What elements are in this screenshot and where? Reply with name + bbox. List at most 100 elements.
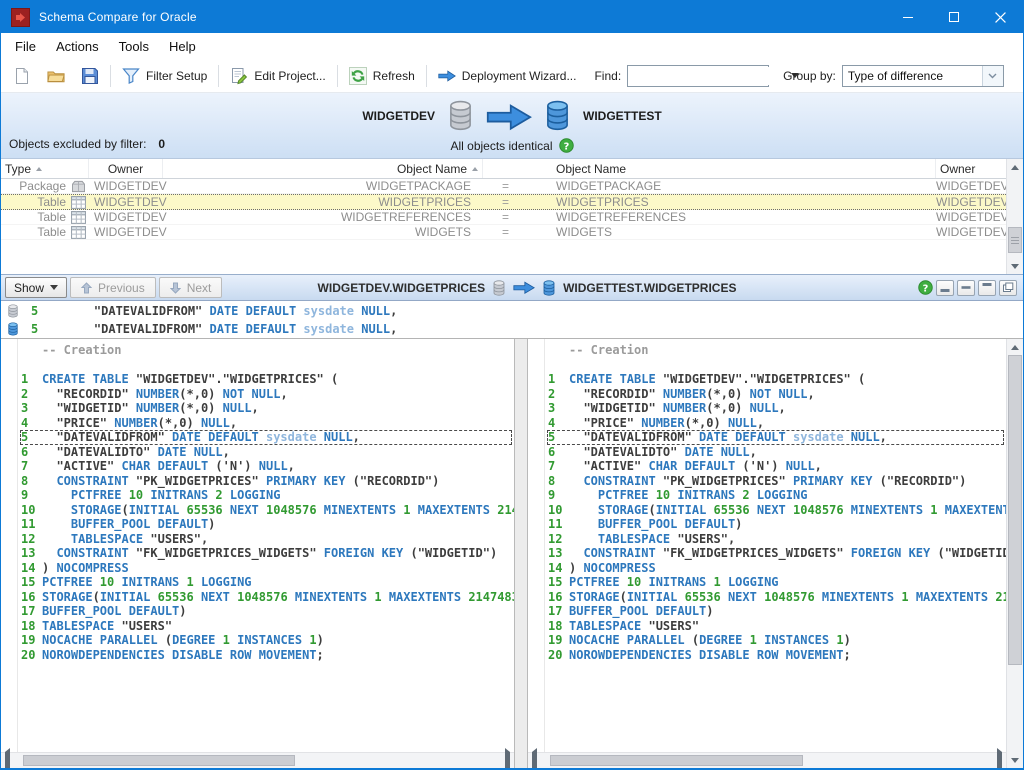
package-icon bbox=[71, 180, 87, 193]
scroll-left-button[interactable] bbox=[532, 752, 537, 769]
code-line: 14) NOCOMPRESS bbox=[1, 561, 514, 576]
pane-layout-cascade-button[interactable] bbox=[999, 280, 1017, 296]
code-line: 15PCTFREE 10 INITRANS 1 LOGGING bbox=[1, 575, 514, 590]
diff-line[interactable]: 5 "DATEVALIDFROM" DATE DEFAULT sysdate N… bbox=[1, 302, 1023, 320]
scroll-down-button[interactable] bbox=[1007, 258, 1023, 274]
target-horizontal-scrollbar[interactable] bbox=[528, 752, 1006, 768]
scrollbar-track[interactable] bbox=[1007, 175, 1023, 258]
scrollbar-track[interactable] bbox=[1007, 355, 1023, 752]
source-horizontal-scrollbar[interactable] bbox=[1, 752, 514, 768]
scroll-up-button[interactable] bbox=[1007, 339, 1023, 355]
edit-project-button[interactable]: Edit Project... bbox=[222, 63, 333, 89]
diff-line[interactable]: 5 "DATEVALIDFROM" DATE DEFAULT sysdate N… bbox=[1, 320, 1023, 338]
next-difference-button[interactable]: Next bbox=[159, 277, 223, 298]
save-project-button[interactable] bbox=[73, 63, 107, 89]
open-project-button[interactable] bbox=[39, 63, 73, 89]
code-line: 19NOCACHE PARALLEL (DEGREE 1 INSTANCES 1… bbox=[1, 633, 514, 648]
maximize-button[interactable] bbox=[931, 1, 977, 33]
table-row[interactable]: TableWIDGETDEVWIDGETREFERENCES=WIDGETREF… bbox=[1, 210, 1006, 225]
down-arrow-icon bbox=[170, 282, 181, 294]
layout-top-icon bbox=[981, 282, 993, 293]
pane-layout-bottom-button[interactable] bbox=[936, 280, 954, 296]
column-header-status bbox=[483, 159, 528, 178]
scroll-up-button[interactable] bbox=[1007, 159, 1023, 175]
menu-tools[interactable]: Tools bbox=[109, 35, 159, 58]
filter-setup-label: Filter Setup bbox=[146, 69, 207, 83]
new-project-button[interactable] bbox=[5, 63, 39, 89]
code-line: 8 CONSTRAINT "PK_WIDGETPRICES" PRIMARY K… bbox=[1, 474, 514, 489]
group-by-label: Group by: bbox=[783, 69, 836, 83]
table-row[interactable]: TableWIDGETDEVWIDGETS=WIDGETSWIDGETDEV bbox=[1, 225, 1006, 240]
help-icon[interactable]: ? bbox=[918, 280, 933, 295]
find-combobox[interactable] bbox=[627, 65, 769, 87]
direction-arrow-icon bbox=[486, 103, 532, 130]
deployment-wizard-button[interactable]: Deployment Wizard... bbox=[430, 63, 585, 89]
menu-bar: FileActionsToolsHelp bbox=[1, 33, 1023, 59]
window-title: Schema Compare for Oracle bbox=[39, 10, 197, 24]
refresh-button[interactable]: Refresh bbox=[341, 63, 423, 89]
pane-layout-top-button[interactable] bbox=[978, 280, 996, 296]
toolbar-separator bbox=[218, 65, 219, 87]
find-input[interactable] bbox=[628, 67, 791, 85]
code-line: 18TABLESPACE "USERS" bbox=[1, 619, 514, 634]
next-label: Next bbox=[187, 281, 212, 295]
code-line: 1CREATE TABLE "WIDGETDEV"."WIDGETPRICES"… bbox=[528, 372, 1006, 387]
code-line: 19NOCACHE PARALLEL (DEGREE 1 INSTANCES 1… bbox=[528, 633, 1006, 648]
edit-project-label: Edit Project... bbox=[254, 69, 325, 83]
column-header-object-name[interactable]: Object Name bbox=[163, 159, 483, 178]
direction-arrow-icon bbox=[513, 281, 535, 294]
filter-setup-button[interactable]: Filter Setup bbox=[114, 63, 215, 89]
scrollbar-thumb[interactable] bbox=[23, 755, 295, 766]
menu-actions[interactable]: Actions bbox=[46, 35, 109, 58]
target-database-icon bbox=[544, 100, 571, 132]
code-line: 12 TABLESPACE "USERS", bbox=[1, 532, 514, 547]
title-bar: Schema Compare for Oracle bbox=[1, 1, 1023, 33]
pane-divider[interactable] bbox=[515, 339, 527, 768]
column-header-owner[interactable]: Owner bbox=[89, 159, 163, 178]
menu-file[interactable]: File bbox=[5, 35, 46, 58]
edit-project-icon bbox=[230, 67, 248, 85]
difference-summary: 5 "DATEVALIDFROM" DATE DEFAULT sysdate N… bbox=[1, 301, 1023, 339]
scroll-left-button[interactable] bbox=[5, 752, 10, 769]
toolbar-separator bbox=[110, 65, 111, 87]
code-line: 6 "DATEVALIDTO" DATE NULL, bbox=[528, 445, 1006, 460]
show-label: Show bbox=[14, 281, 44, 295]
scrollbar-thumb[interactable] bbox=[1008, 355, 1022, 665]
show-dropdown-button[interactable]: Show bbox=[5, 277, 67, 298]
target-sql-pane: -- Creation1CREATE TABLE "WIDGETDEV"."WI… bbox=[527, 339, 1006, 768]
code-line: 1CREATE TABLE "WIDGETDEV"."WIDGETPRICES"… bbox=[1, 372, 514, 387]
column-header-owner-right[interactable]: Owner bbox=[936, 159, 1006, 178]
maximize-icon bbox=[949, 12, 959, 22]
group-by-dropdown[interactable]: Type of difference bbox=[842, 65, 1004, 87]
up-arrow-icon bbox=[81, 282, 92, 294]
code-line: 7 "ACTIVE" CHAR DEFAULT ('N') NULL, bbox=[528, 459, 1006, 474]
object-grid: Type Owner Object Name Object Name Owner… bbox=[1, 159, 1023, 274]
scrollbar-thumb[interactable] bbox=[550, 755, 803, 766]
svg-text:?: ? bbox=[923, 283, 929, 294]
code-line: 15PCTFREE 10 INITRANS 1 LOGGING bbox=[528, 575, 1006, 590]
minimize-button[interactable] bbox=[885, 1, 931, 33]
code-vertical-scrollbar[interactable] bbox=[1006, 339, 1023, 768]
previous-difference-button[interactable]: Previous bbox=[70, 277, 156, 298]
close-button[interactable] bbox=[977, 1, 1023, 33]
pane-layout-split-button[interactable] bbox=[957, 280, 975, 296]
chevron-down-icon bbox=[982, 66, 1003, 86]
filter-funnel-icon bbox=[122, 67, 140, 85]
comparison-header: WIDGETDEV WIDGETTEST Objects excluded by… bbox=[1, 93, 1023, 159]
table-row[interactable]: TableWIDGETDEVWIDGETPRICES=WIDGETPRICESW… bbox=[1, 194, 1006, 210]
layout-bottom-icon bbox=[939, 282, 951, 293]
code-line: 20NOROWDEPENDENCIES DISABLE ROW MOVEMENT… bbox=[528, 648, 1006, 663]
column-header-type[interactable]: Type bbox=[1, 159, 89, 178]
table-row[interactable]: PackageWIDGETDEVWIDGETPACKAGE=WIDGETPACK… bbox=[1, 179, 1006, 194]
help-icon[interactable]: ? bbox=[559, 138, 574, 153]
scroll-right-button[interactable] bbox=[505, 752, 510, 769]
layout-split-icon bbox=[960, 282, 972, 293]
scroll-down-button[interactable] bbox=[1007, 752, 1023, 768]
grid-vertical-scrollbar[interactable] bbox=[1006, 159, 1023, 274]
scroll-right-button[interactable] bbox=[997, 752, 1002, 769]
menu-help[interactable]: Help bbox=[159, 35, 206, 58]
scrollbar-thumb[interactable] bbox=[1008, 227, 1022, 253]
column-header-object-name-right[interactable]: Object Name bbox=[528, 159, 936, 178]
toolbar: Filter Setup Edit Project... Refresh Dep… bbox=[1, 59, 1023, 93]
layout-cascade-icon bbox=[1002, 282, 1014, 293]
